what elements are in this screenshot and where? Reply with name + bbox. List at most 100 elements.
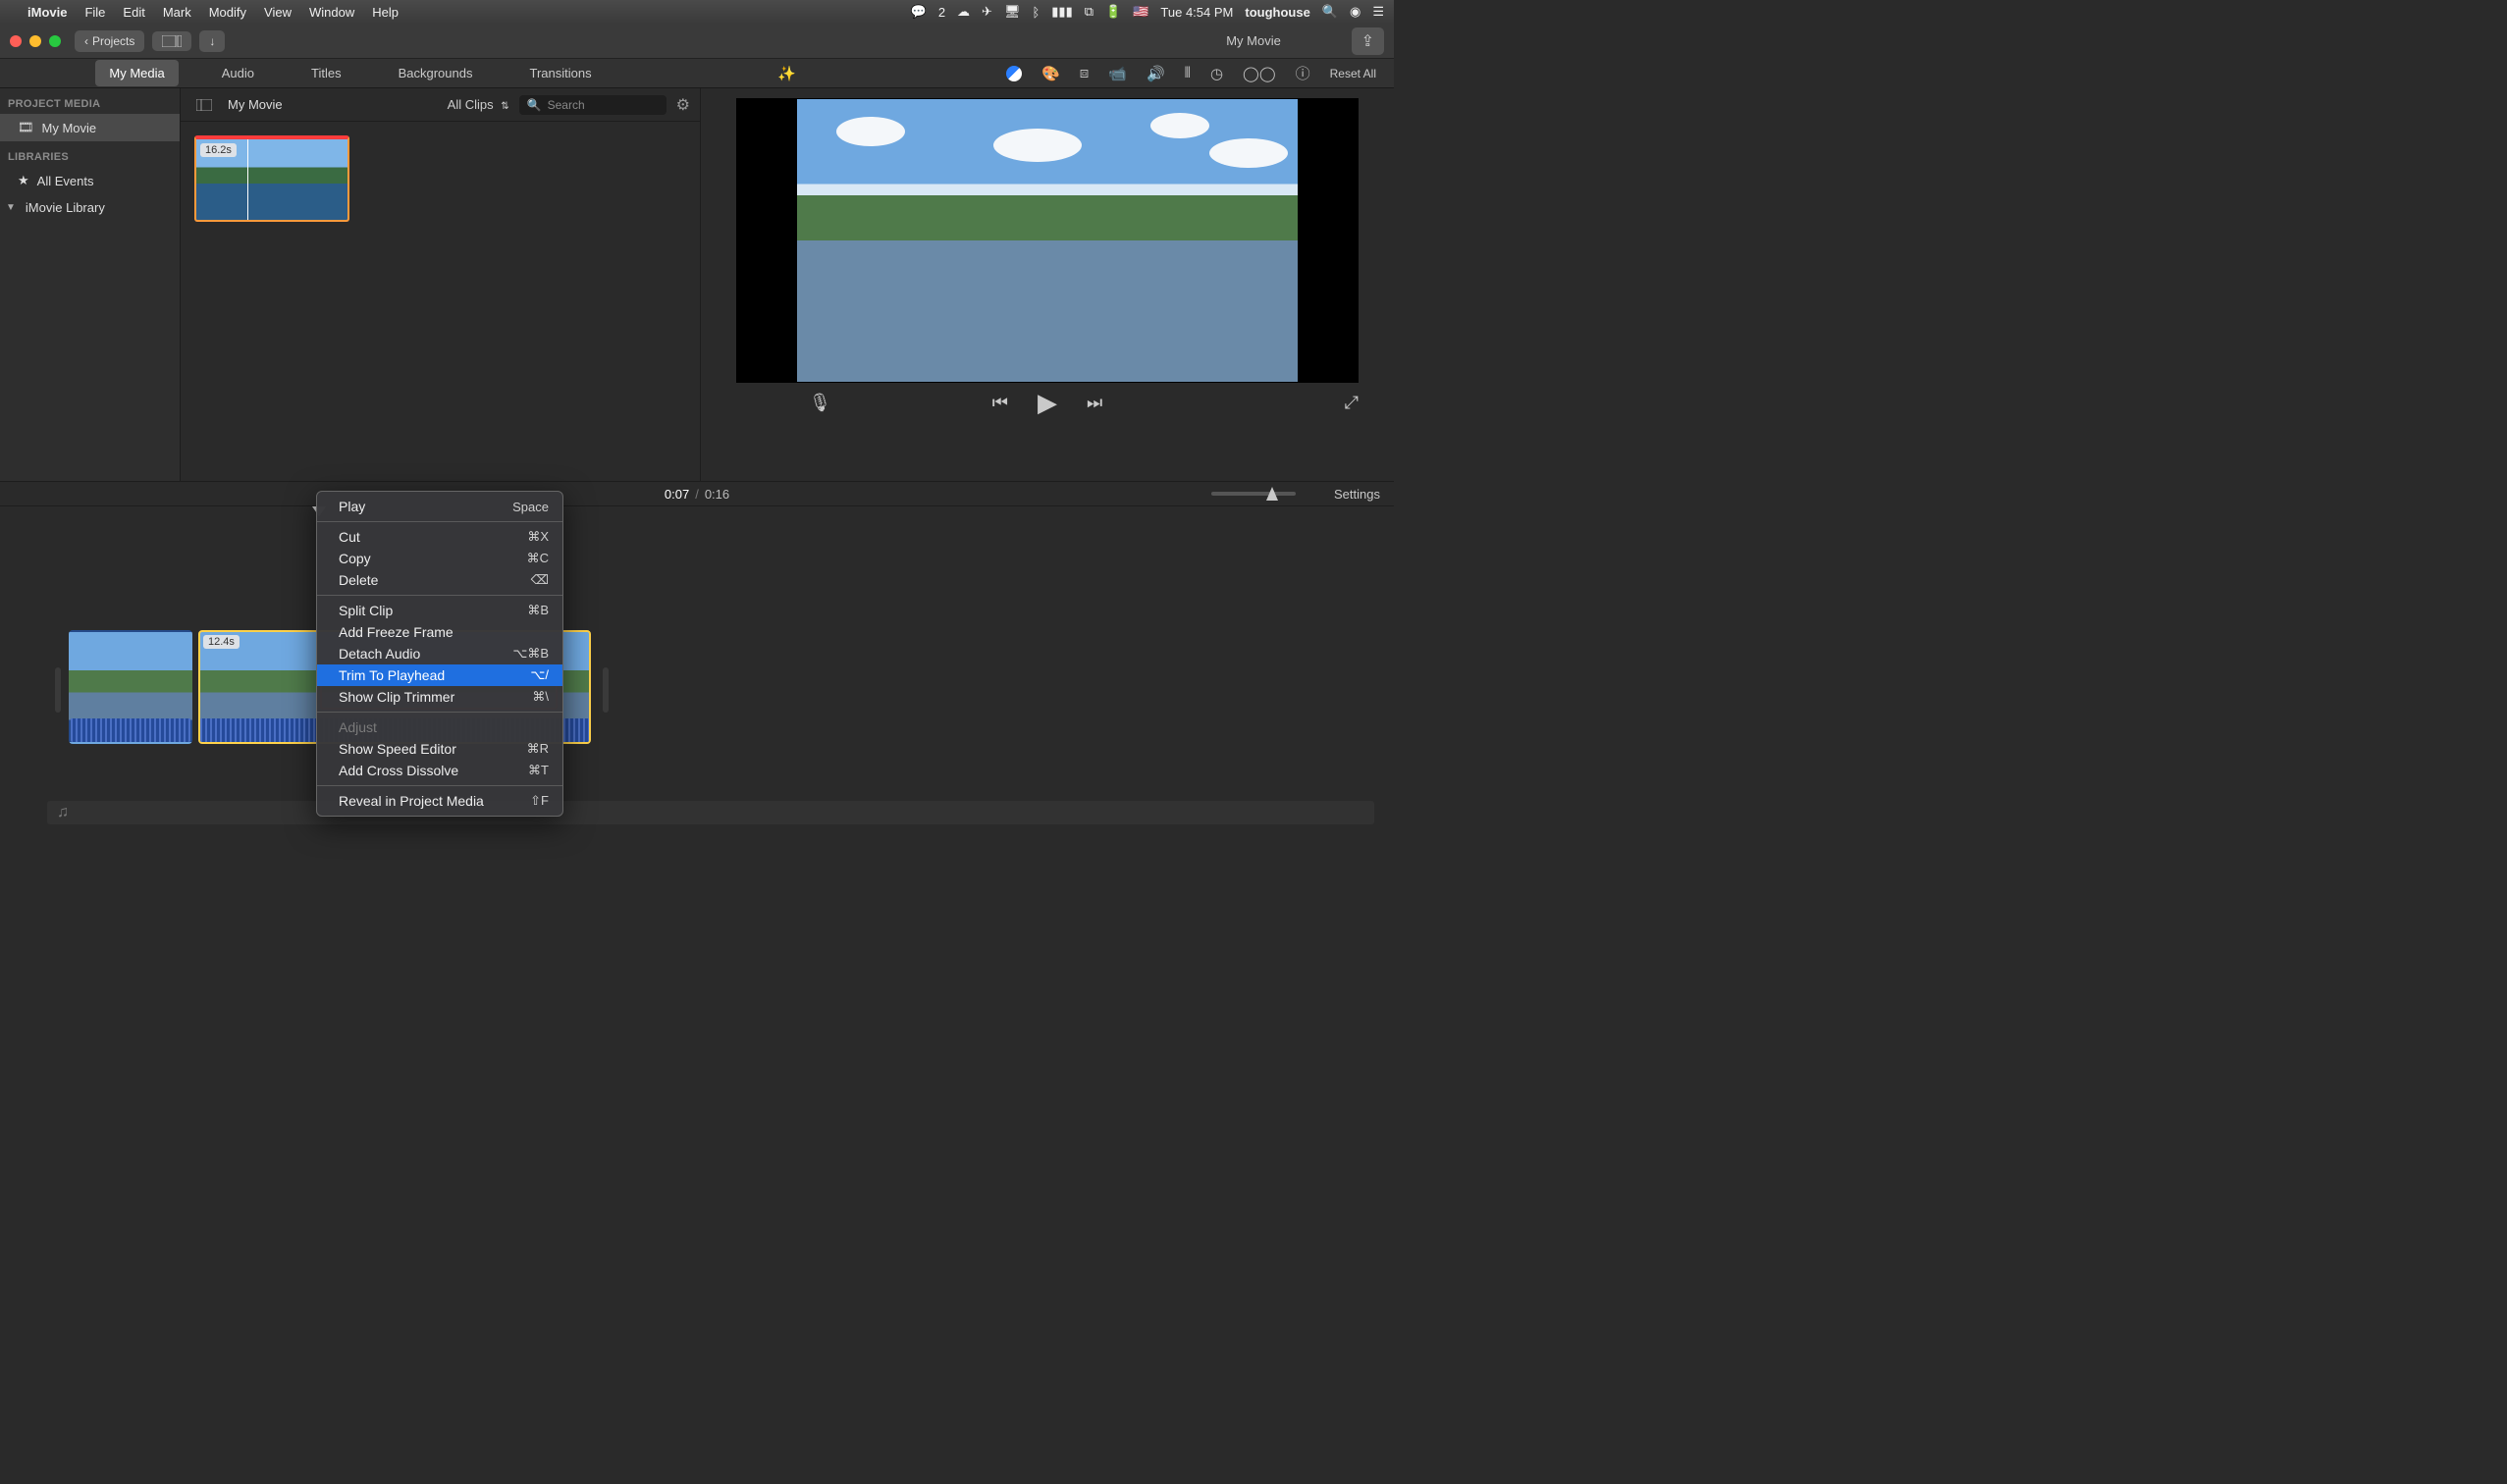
library-list-button[interactable]	[152, 31, 191, 51]
status-icon-2[interactable]: ✈	[982, 4, 992, 20]
media-browser: My Movie All Clips ⇅ 🔍 Search ⚙ 16.2s	[181, 88, 701, 481]
noise-reduction-icon[interactable]: ⫴	[1185, 65, 1191, 81]
share-button[interactable]: ⇪	[1352, 27, 1384, 55]
speed-icon[interactable]: ◷	[1210, 65, 1223, 82]
clip-duration-badge: 12.4s	[203, 635, 240, 649]
menu-mark[interactable]: Mark	[163, 5, 191, 20]
power-icon[interactable]: 🔋	[1105, 4, 1121, 20]
flag-icon[interactable]: 🇺🇸	[1133, 4, 1148, 20]
tab-titles[interactable]: Titles	[297, 60, 355, 86]
menu-view[interactable]: View	[264, 5, 292, 20]
browser-settings-button[interactable]: ⚙	[676, 95, 690, 115]
ctx-add-cross-dissolve[interactable]: Add Cross Dissolve⌘T	[317, 760, 562, 781]
ctx-adjust: Adjust	[317, 716, 562, 738]
ctx-cut[interactable]: Cut⌘X	[317, 526, 562, 548]
window-zoom[interactable]	[49, 35, 61, 47]
viewer-canvas[interactable]	[736, 98, 1359, 383]
menu-help[interactable]: Help	[372, 5, 399, 20]
disclosure-triangle-icon[interactable]: ▼	[6, 202, 16, 213]
enhance-icon[interactable]: ✨	[777, 65, 796, 82]
spotlight-icon[interactable]: 🔍	[1322, 4, 1338, 20]
menu-file[interactable]: File	[84, 5, 105, 20]
music-icon: ♫	[57, 804, 69, 822]
ctx-add-freeze-frame[interactable]: Add Freeze Frame	[317, 621, 562, 643]
play-button[interactable]: ▶	[1038, 388, 1057, 418]
media-clip-thumbnail[interactable]: 16.2s	[194, 135, 349, 222]
clip-filter-icon[interactable]: ◯◯	[1243, 65, 1276, 82]
app-menu[interactable]: iMovie	[27, 5, 67, 20]
reset-all-button[interactable]: Reset All	[1330, 67, 1376, 80]
updown-icon: ⇅	[501, 101, 508, 112]
tab-transitions[interactable]: Transitions	[515, 60, 605, 86]
voiceover-button[interactable]: 🎙	[809, 393, 831, 413]
window-close[interactable]	[10, 35, 22, 47]
back-label: Projects	[92, 34, 134, 48]
sidebar-item-all-events[interactable]: ★ All Events	[0, 167, 180, 194]
download-icon: ↓	[209, 34, 215, 48]
timeline[interactable]: 12.4s ♫	[0, 506, 1394, 854]
sidebar-item-my-movie[interactable]: 🎞 My Movie	[0, 114, 180, 141]
zoom-slider[interactable]	[1211, 492, 1296, 496]
info-icon[interactable]: ⓘ	[1296, 63, 1310, 83]
ctx-show-speed-editor[interactable]: Show Speed Editor⌘R	[317, 738, 562, 760]
prev-frame-button[interactable]: ⏮	[992, 393, 1008, 413]
separator	[317, 521, 562, 522]
fullscreen-button[interactable]: ⤢	[1345, 393, 1359, 413]
tab-my-media[interactable]: My Media	[95, 60, 178, 86]
back-to-projects-button[interactable]: ‹ Projects	[75, 30, 144, 52]
sidebar-item-label: My Movie	[42, 121, 97, 135]
menubar: iMovie File Edit Mark Modify View Window…	[0, 0, 1394, 24]
siri-icon[interactable]: ◉	[1350, 4, 1360, 20]
ctx-split-clip[interactable]: Split Clip⌘B	[317, 600, 562, 621]
sidebar-icon	[196, 99, 212, 111]
tab-backgrounds[interactable]: Backgrounds	[385, 60, 487, 86]
menu-edit[interactable]: Edit	[123, 5, 144, 20]
music-track[interactable]: ♫	[47, 801, 1374, 824]
battery-icon[interactable]: ▮▮▮	[1051, 4, 1072, 20]
control-center-icon[interactable]: ☰	[1372, 4, 1384, 20]
current-time: 0:07	[665, 487, 689, 502]
wechat-icon[interactable]: 💬	[911, 4, 927, 20]
volume-icon[interactable]: 🔊	[1147, 65, 1165, 82]
time-display-bar: 0:07 / 0:16 Settings	[0, 481, 1394, 506]
share-icon: ⇪	[1361, 33, 1374, 50]
menu-modify[interactable]: Modify	[209, 5, 246, 20]
ctx-play[interactable]: PlaySpace	[317, 496, 562, 517]
search-input[interactable]: 🔍 Search	[519, 95, 667, 115]
section-project-media: PROJECT MEDIA	[0, 88, 180, 114]
color-correction-icon[interactable]: 🎨	[1041, 65, 1060, 82]
ctx-show-clip-trimmer[interactable]: Show Clip Trimmer⌘\	[317, 686, 562, 708]
bluetooth-icon[interactable]: ᛒ	[1032, 5, 1040, 20]
status-icon-1[interactable]: ☁	[957, 4, 970, 20]
timeline-settings-button[interactable]: Settings	[1334, 487, 1380, 502]
color-balance-icon[interactable]	[1006, 66, 1022, 81]
import-button[interactable]: ↓	[199, 30, 225, 52]
display-icon[interactable]: 🖥	[1004, 4, 1021, 20]
crop-icon[interactable]: ⧈	[1080, 65, 1090, 81]
timeline-handle-left[interactable]	[55, 667, 61, 713]
separator	[317, 712, 562, 713]
window-minimize[interactable]	[29, 35, 41, 47]
tab-audio[interactable]: Audio	[208, 60, 268, 86]
user-menu[interactable]: toughouse	[1245, 5, 1309, 20]
ctx-trim-to-playhead[interactable]: Trim To Playhead⌥/	[317, 664, 562, 686]
ctx-reveal-in-project-media[interactable]: Reveal in Project Media⇧F	[317, 790, 562, 812]
source-tabs-row: My Media Audio Titles Backgrounds Transi…	[0, 59, 1394, 88]
next-frame-button[interactable]: ⏭	[1087, 393, 1102, 413]
clip-filter-dropdown[interactable]: All Clips ⇅	[448, 97, 509, 112]
menu-window[interactable]: Window	[309, 5, 354, 20]
ctx-delete[interactable]: Delete⌫	[317, 569, 562, 591]
ctx-detach-audio[interactable]: Detach Audio⌥⌘B	[317, 643, 562, 664]
wechat-badge: 2	[938, 5, 945, 20]
context-menu: PlaySpace Cut⌘X Copy⌘C Delete⌫ Split Cli…	[316, 491, 563, 817]
sidebar-toggle-button[interactable]	[190, 95, 218, 115]
stabilization-icon[interactable]: 📹	[1108, 65, 1127, 82]
timeline-clip-1[interactable]	[69, 630, 192, 744]
breadcrumb: My Movie	[228, 97, 283, 112]
ctx-copy[interactable]: Copy⌘C	[317, 548, 562, 569]
sidebar-item-imovie-library[interactable]: ▼ iMovie Library	[0, 194, 180, 221]
clock[interactable]: Tue 4:54 PM	[1160, 5, 1233, 20]
status-icon-3[interactable]: ⧉	[1085, 4, 1093, 20]
film-clip-icon: 🎞	[18, 120, 34, 135]
timeline-handle-right[interactable]	[603, 667, 609, 713]
